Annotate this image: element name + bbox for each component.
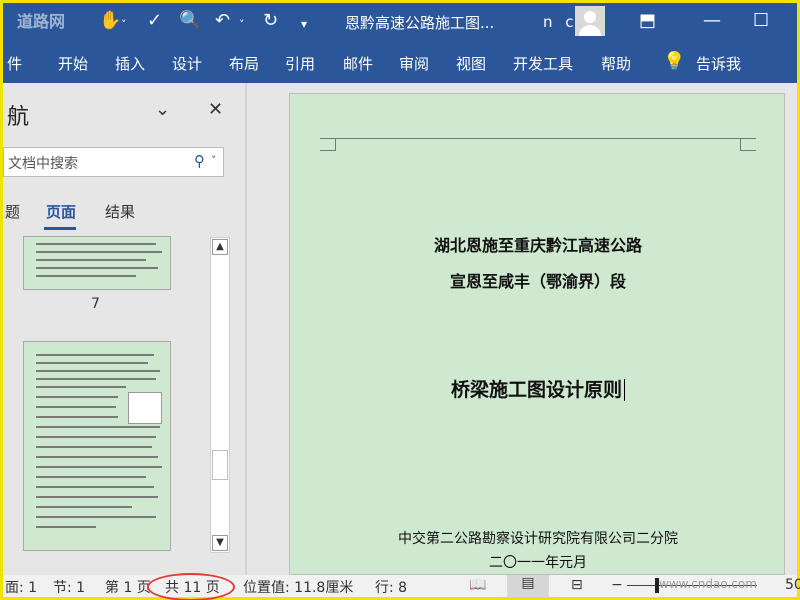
user-name[interactable]: n c	[543, 13, 578, 31]
close-icon[interactable]: ✕	[208, 99, 223, 120]
page-thumbnail-number: 7	[91, 296, 100, 312]
status-section[interactable]: 节: 1	[53, 577, 85, 597]
zoom-out-icon[interactable]: −	[611, 577, 623, 593]
thumbnail-image	[128, 392, 162, 424]
nav-search-input[interactable]: 文档中搜索 ⚲ ˅	[3, 147, 224, 177]
header-corner-right-foot	[740, 150, 756, 151]
tab-results[interactable]: 结果	[105, 201, 135, 222]
status-position[interactable]: 位置值: 11.8厘米	[243, 577, 353, 597]
doc-header-line-1: 湖北恩施至重庆黔江高速公路	[433, 236, 642, 255]
menu-layout[interactable]: 布局	[229, 53, 259, 74]
tab-headings[interactable]: 题	[5, 201, 20, 222]
doc-date: 二〇一一年元月	[489, 555, 587, 571]
header-corner-left	[320, 138, 336, 150]
status-line[interactable]: 行: 8	[375, 577, 407, 597]
menu-developer[interactable]: 开发工具	[513, 53, 573, 74]
header-rule	[336, 138, 740, 139]
menu-home[interactable]: 开始	[58, 53, 88, 74]
print-preview-icon[interactable]: 🔍	[179, 11, 201, 31]
status-page[interactable]: 第 1 页	[105, 577, 151, 597]
title-bar: 道路网 ✋ ˅ ✓ 🔍 ↶ ˅ ↻ ▾ 恩黔高速公路施工图... n c ⬒ —…	[3, 3, 797, 41]
search-icon[interactable]: ⚲	[194, 152, 205, 170]
web-layout-icon[interactable]: ⊟	[571, 577, 583, 593]
tab-underline	[44, 227, 76, 230]
read-mode-icon[interactable]: 📖	[469, 577, 486, 593]
text-cursor: ​	[624, 379, 625, 401]
zoom-level[interactable]: 50	[785, 577, 800, 593]
header-corner-left-foot	[320, 150, 336, 151]
scroll-up-icon[interactable]: ▲	[212, 239, 228, 255]
chevron-down-icon[interactable]: ˅	[239, 15, 245, 35]
spelling-icon[interactable]: ✓	[147, 11, 162, 31]
avatar-icon[interactable]	[575, 6, 605, 36]
undo-icon[interactable]: ↶	[215, 11, 230, 31]
watermark-text: 道路网	[17, 12, 66, 31]
scroll-thumb[interactable]	[212, 450, 228, 480]
minimize-icon[interactable]: —	[703, 11, 721, 31]
menu-insert[interactable]: 插入	[115, 53, 145, 74]
chevron-down-icon[interactable]: ⌄	[155, 99, 170, 120]
status-page-prefix[interactable]: 面: 1	[5, 577, 37, 597]
doc-header-line-2: 宣恩至咸丰（鄂渝界）段	[449, 272, 626, 291]
highlight-circle	[147, 573, 235, 600]
customize-icon[interactable]: ▾	[301, 14, 307, 34]
print-layout-icon[interactable]: ▤	[507, 575, 549, 597]
doc-title: 桥梁施工图设计原则​	[290, 375, 786, 402]
menu-mailings[interactable]: 邮件	[343, 53, 373, 74]
lightbulb-icon[interactable]: 💡	[663, 51, 685, 72]
page-thumbnail[interactable]	[23, 236, 171, 290]
chevron-down-icon[interactable]: ˅	[121, 15, 127, 35]
ribbon-display-icon[interactable]: ⬒	[639, 11, 656, 31]
menu-help[interactable]: 帮助	[601, 53, 631, 74]
touch-mode-icon[interactable]: ✋	[99, 11, 121, 31]
doc-organization: 中交第二公路勘察设计研究院有限公司二分院	[398, 531, 678, 547]
nav-scrollbar[interactable]: ▲ ▼	[210, 237, 230, 553]
redo-icon[interactable]: ↻	[263, 11, 278, 31]
header-corner-right	[740, 138, 756, 150]
window-title: 恩黔高速公路施工图...	[345, 14, 495, 32]
menu-view[interactable]: 视图	[456, 53, 486, 74]
menu-file[interactable]: 件	[7, 53, 22, 74]
scroll-down-icon[interactable]: ▼	[212, 535, 228, 551]
status-bar: 面: 1 节: 1 第 1 页 共 11 页 位置值: 11.8厘米 行: 8 …	[3, 575, 800, 597]
document-page[interactable]: 湖北恩施至重庆黔江高速公路 宣恩至咸丰（鄂渝界）段 桥梁施工图设计原则​ 中交第…	[289, 93, 785, 575]
ribbon-menu: 件 开始 插入 设计 布局 引用 邮件 审阅 视图 开发工具 帮助 💡 告诉我	[3, 41, 797, 83]
chevron-down-icon[interactable]: ˅	[211, 154, 217, 167]
watermark-text: www.cndao.com	[659, 577, 757, 591]
tab-pages[interactable]: 页面	[46, 201, 76, 222]
menu-review[interactable]: 审阅	[399, 53, 429, 74]
menu-design[interactable]: 设计	[172, 53, 202, 74]
page-thumbnail[interactable]	[23, 341, 171, 551]
restore-icon[interactable]: ☐	[753, 11, 769, 31]
menu-references[interactable]: 引用	[285, 53, 315, 74]
search-placeholder: 文档中搜索	[8, 156, 78, 172]
nav-title: 航	[7, 105, 30, 130]
menu-tell-me[interactable]: 告诉我	[696, 53, 741, 74]
